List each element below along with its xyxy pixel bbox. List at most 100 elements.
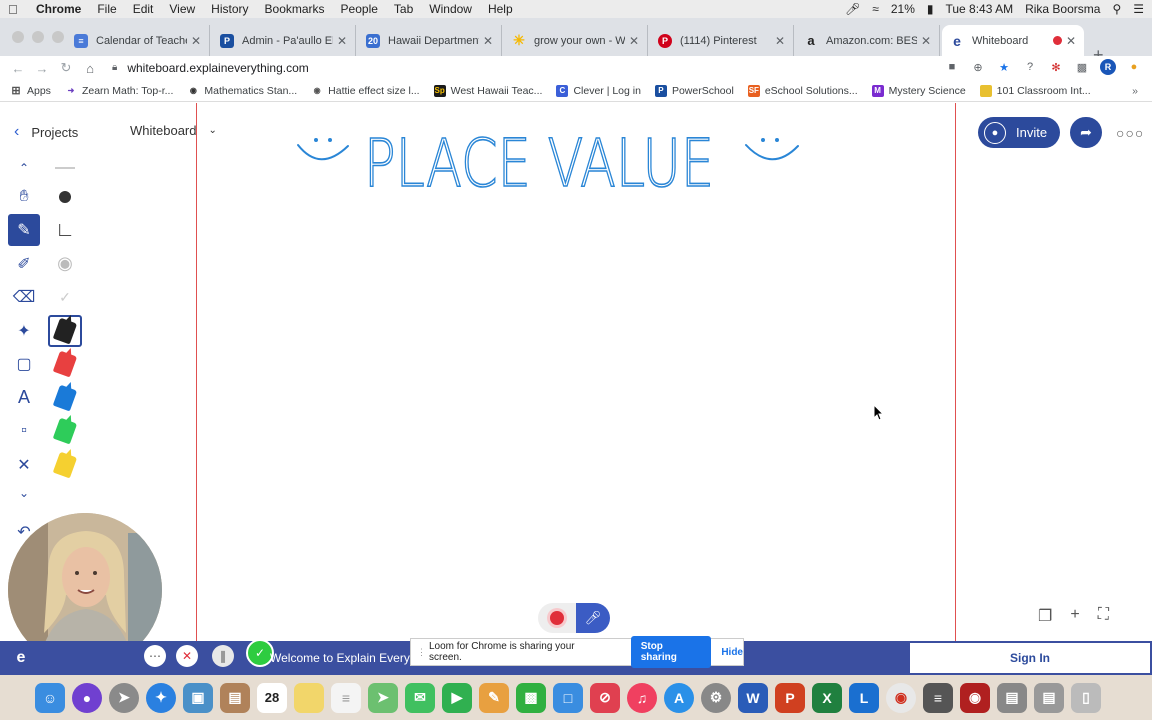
add-slide-icon[interactable]: +: [1070, 606, 1079, 626]
launchpad-icon[interactable]: ➤: [109, 682, 139, 713]
share-button[interactable]: ➦: [1070, 117, 1102, 148]
tab-pinterest[interactable]: P (1114) Pinterest ✕: [650, 25, 794, 56]
word-icon[interactable]: W: [738, 682, 768, 713]
maps-icon[interactable]: ➤: [368, 682, 398, 713]
calculator-icon[interactable]: ≡: [923, 682, 953, 713]
loom-cancel-icon[interactable]: ✕: [176, 645, 198, 667]
close-window-button[interactable]: [12, 31, 24, 43]
bookmark-apps[interactable]: ⊞ Apps: [10, 85, 51, 98]
insert-tool-icon[interactable]: ▫: [8, 415, 40, 447]
preview-icon[interactable]: ▣: [183, 682, 213, 713]
tab-admin[interactable]: P Admin - Pa'aullo Ele ✕: [212, 25, 356, 56]
update-icon[interactable]: ●: [1126, 59, 1142, 75]
menu-tab[interactable]: Tab: [394, 2, 413, 16]
news-icon[interactable]: ⊘: [590, 682, 620, 713]
marker-red[interactable]: [48, 348, 82, 380]
laser-tool-icon[interactable]: ✕: [8, 449, 40, 481]
marker-black[interactable]: [48, 314, 82, 347]
menu-edit[interactable]: Edit: [133, 2, 154, 16]
marker-yellow[interactable]: [48, 449, 82, 481]
pages-icon[interactable]: ✎: [479, 682, 509, 713]
lync-icon[interactable]: L: [849, 682, 879, 713]
microphone-button[interactable]: 🎤︎: [576, 603, 610, 633]
hand-tool-icon[interactable]: ✋︎: [8, 181, 40, 213]
finder-icon[interactable]: ☺: [35, 682, 65, 713]
safari-icon[interactable]: ✦: [146, 682, 176, 713]
close-tab-icon[interactable]: ✕: [479, 34, 493, 48]
hide-button[interactable]: Hide: [721, 647, 743, 658]
tab-calendar-of-teacher[interactable]: ≡ Calendar of Teacher ✕: [66, 25, 210, 56]
install-icon[interactable]: ⊕: [970, 59, 986, 75]
menu-help[interactable]: Help: [488, 2, 513, 16]
bookmark-west-hawaii[interactable]: Sp West Hawaii Teac...: [433, 84, 542, 97]
pen-tool-icon[interactable]: ✎: [8, 214, 40, 246]
stroke-thin-icon[interactable]: [48, 157, 82, 179]
tab-amazon[interactable]: a Amazon.com: BEST ✕: [796, 25, 940, 56]
fullscreen-icon[interactable]: ⛶: [1098, 606, 1109, 626]
reload-icon[interactable]: ↻: [54, 60, 78, 76]
close-tab-icon[interactable]: ✕: [1062, 34, 1076, 48]
board-name-dropdown[interactable]: Whiteboard ⌄: [130, 123, 217, 138]
bookmark-zearn[interactable]: ➜ Zearn Math: Top-r...: [65, 85, 174, 97]
menu-people[interactable]: People: [341, 2, 378, 16]
slides-icon[interactable]: ❐: [1038, 606, 1052, 626]
chrome-icon[interactable]: ◉: [886, 682, 916, 713]
projects-button[interactable]: ‹ Projects: [14, 123, 78, 141]
marker-blue[interactable]: [48, 382, 82, 414]
loom-extension-icon[interactable]: ✻: [1048, 59, 1064, 75]
pattern-icon[interactable]: ◉: [48, 248, 82, 280]
battery-percent[interactable]: 21%: [891, 2, 915, 16]
text-tool-icon[interactable]: A: [8, 382, 40, 414]
back-arrow-icon[interactable]: ←: [6, 61, 30, 76]
url-text[interactable]: whiteboard.explaineverything.com: [127, 61, 308, 75]
profile-avatar[interactable]: R: [1100, 59, 1116, 75]
downloads-icon[interactable]: ▤: [997, 682, 1027, 713]
keynote-icon[interactable]: □: [553, 682, 583, 713]
stickies-icon[interactable]: [294, 682, 324, 713]
camera-icon[interactable]: ■: [944, 59, 960, 75]
tools-scroll-down-icon[interactable]: ⌄: [8, 482, 40, 504]
marker-green[interactable]: [48, 415, 82, 447]
battery-icon[interactable]: ▮: [927, 2, 934, 16]
shapes-tool-icon[interactable]: ▢: [8, 348, 40, 380]
bookmark-clever[interactable]: C Clever | Log in: [556, 84, 641, 97]
clock[interactable]: Tue 8:43 AM: [945, 2, 1013, 16]
stop-sharing-button[interactable]: Stop sharing: [630, 636, 712, 668]
extensions-puzzle-icon[interactable]: ▩: [1074, 59, 1090, 75]
close-tab-icon[interactable]: ✕: [333, 34, 347, 48]
bookmark-mathematics[interactable]: ◉ Mathematics Stan...: [187, 85, 297, 97]
spotlight-search-icon[interactable]: ⚲: [1112, 2, 1121, 16]
close-tab-icon[interactable]: ✕: [771, 34, 785, 48]
home-icon[interactable]: ⌂: [78, 61, 102, 76]
menu-file[interactable]: File: [97, 2, 116, 16]
pen-curve-icon[interactable]: ∟: [48, 214, 82, 246]
tools-scroll-up-icon[interactable]: ⌃: [8, 157, 40, 179]
photo-booth-icon[interactable]: ◉: [960, 682, 990, 713]
tab-grow-your-own[interactable]: ✳ grow your own - Wal ✕: [504, 25, 648, 56]
close-tab-icon[interactable]: ✕: [625, 34, 639, 48]
bookmark-101-classroom[interactable]: 101 Classroom Int...: [979, 84, 1091, 97]
stroke-dot-icon[interactable]: [48, 181, 82, 213]
excel-icon[interactable]: X: [812, 682, 842, 713]
trash-icon[interactable]: ▯: [1071, 682, 1101, 713]
drag-handle-icon[interactable]: ⋮: [417, 647, 426, 658]
forward-arrow-icon[interactable]: →: [30, 61, 54, 76]
music-icon[interactable]: ♫: [627, 682, 657, 713]
bookmark-hattie[interactable]: ◉ Hattie effect size l...: [311, 85, 420, 97]
menu-app-name[interactable]: Chrome: [36, 2, 81, 16]
bookmarks-overflow-icon[interactable]: »: [1132, 85, 1138, 97]
eraser-tool-icon[interactable]: ⌫: [8, 281, 40, 313]
menu-history[interactable]: History: [211, 2, 248, 16]
menu-view[interactable]: View: [169, 2, 195, 16]
maximize-window-button[interactable]: [52, 31, 64, 43]
siri-icon[interactable]: ●: [72, 682, 102, 713]
highlighter-tool-icon[interactable]: ✐: [8, 248, 40, 280]
close-tab-icon[interactable]: ✕: [187, 34, 201, 48]
address-bar[interactable]: 🔒︎ whiteboard.explaineverything.com: [112, 57, 912, 78]
fill-tool-icon[interactable]: ✦: [8, 315, 40, 347]
loom-more-icon[interactable]: ⋯: [144, 645, 166, 667]
sign-in-button[interactable]: Sign In: [910, 643, 1150, 673]
powerpoint-icon[interactable]: P: [775, 682, 805, 713]
extension-question-icon[interactable]: ?: [1022, 59, 1038, 75]
tab-whiteboard[interactable]: e Whiteboard ✕: [942, 25, 1084, 56]
